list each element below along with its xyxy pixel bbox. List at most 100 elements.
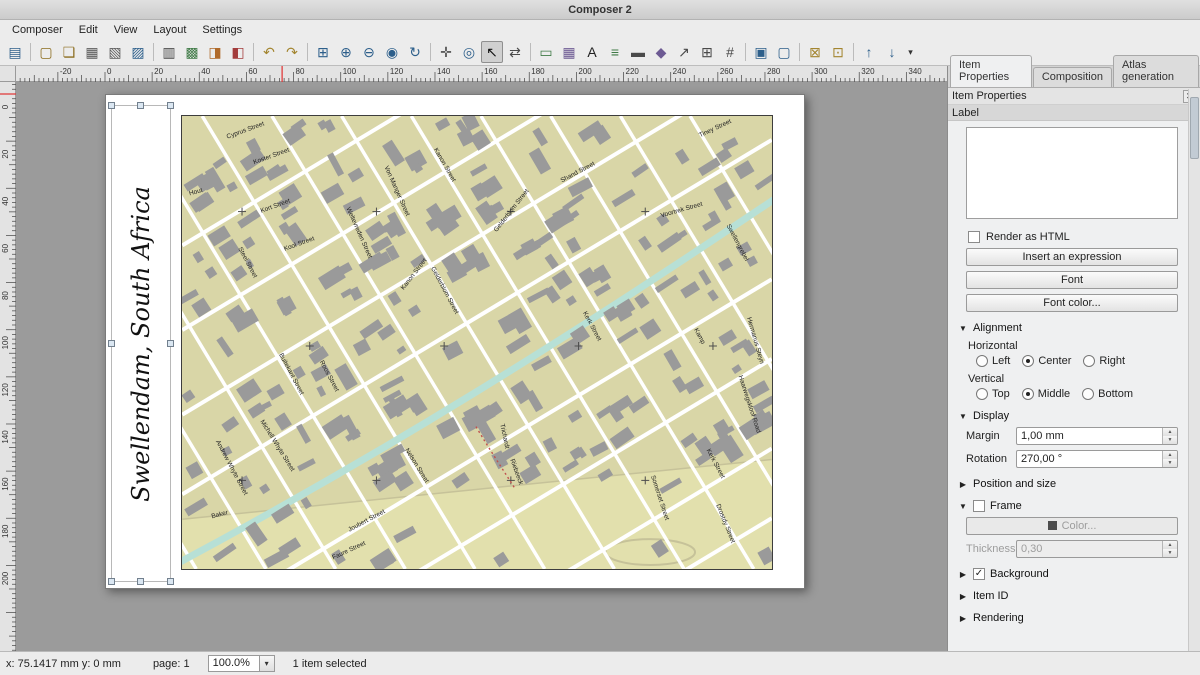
export-as-svg-icon[interactable]: ◨ — [204, 41, 226, 63]
zoom-in-icon[interactable]: ⊕ — [335, 41, 357, 63]
composer-manager-icon[interactable]: ▦ — [81, 41, 103, 63]
raise-lower-dropdown-icon[interactable]: ▾ — [904, 41, 917, 63]
selection-handle[interactable] — [167, 578, 174, 585]
selection-handle[interactable] — [137, 578, 144, 585]
add-image-icon[interactable]: ▦ — [558, 41, 580, 63]
menu-view[interactable]: View — [106, 22, 146, 38]
save-as-template-icon[interactable]: ▨ — [127, 41, 149, 63]
radio-label: Top — [992, 388, 1010, 400]
tab-item-properties[interactable]: Item Properties — [950, 55, 1032, 87]
save-project-icon[interactable]: ▤ — [4, 41, 26, 63]
label-item[interactable]: Swellendam, South Africa — [111, 105, 171, 582]
render-as-html-checkbox[interactable] — [968, 231, 980, 243]
section-item-id[interactable]: ▶ Item ID — [958, 590, 1178, 602]
unlock-all-items-icon[interactable]: ⊡ — [827, 41, 849, 63]
label-text-input[interactable] — [966, 127, 1178, 219]
section-display[interactable]: ▼ Display — [958, 410, 1178, 422]
section-alignment[interactable]: ▼ Alignment — [958, 322, 1178, 334]
add-new-scalebar-icon[interactable]: ▬ — [627, 41, 649, 63]
composition-canvas[interactable]: Swellendam, South Africa Cyprus StreetKo… — [16, 82, 947, 651]
font-color-button[interactable]: Font color... — [966, 294, 1178, 312]
panel-scrollbar[interactable] — [1188, 89, 1200, 651]
rotation-spinbox[interactable]: 270,00 ° ▲▼ — [1016, 450, 1178, 468]
add-attribute-table-icon[interactable]: ⊞ — [696, 41, 718, 63]
group-items-icon[interactable]: ▣ — [750, 41, 772, 63]
section-rendering[interactable]: ▶ Rendering — [958, 612, 1178, 624]
tab-atlas-generation[interactable]: Atlas generation — [1113, 55, 1199, 87]
zoom-out-icon[interactable]: ⊖ — [358, 41, 380, 63]
lower-selected-items-icon[interactable]: ↓ — [881, 41, 903, 63]
radio-icon — [976, 388, 988, 400]
menu-edit[interactable]: Edit — [71, 22, 106, 38]
insert-expression-button[interactable]: Insert an expression — [966, 248, 1178, 266]
redo-icon[interactable]: ↷ — [281, 41, 303, 63]
halign-center-radio[interactable]: Center — [1022, 355, 1071, 367]
print-composition-icon[interactable]: ▥ — [158, 41, 180, 63]
spin-up-icon[interactable]: ▲ — [1163, 428, 1177, 436]
section-background[interactable]: ▶ Background — [958, 568, 1178, 580]
halign-left-radio[interactable]: Left — [976, 355, 1010, 367]
svg-text:60: 60 — [1, 243, 10, 252]
select-move-item-tool-icon[interactable]: ↖ — [481, 41, 503, 63]
svg-text:220: 220 — [626, 67, 640, 76]
spin-up-icon[interactable]: ▲ — [1163, 451, 1177, 459]
add-new-legend-icon[interactable]: ≡ — [604, 41, 626, 63]
add-html-frame-icon[interactable]: # — [719, 41, 741, 63]
halign-right-radio[interactable]: Right — [1083, 355, 1125, 367]
map-item[interactable]: Cyprus StreetKoster StreetTiney StreetHo… — [181, 115, 773, 570]
pan-tool-icon[interactable]: ✛ — [435, 41, 457, 63]
scrollbar-thumb[interactable] — [1190, 97, 1199, 159]
spinner-arrows[interactable]: ▲▼ — [1162, 428, 1177, 444]
zoom-value[interactable]: 100.0% — [208, 655, 260, 672]
add-shape-icon[interactable]: ◆ — [650, 41, 672, 63]
composition-page[interactable]: Swellendam, South Africa Cyprus StreetKo… — [105, 94, 805, 589]
raise-selected-items-icon[interactable]: ↑ — [858, 41, 880, 63]
zoom-tool-icon[interactable]: ◎ — [458, 41, 480, 63]
zoom-actual-icon[interactable]: ◉ — [381, 41, 403, 63]
window-titlebar[interactable]: Composer 2 — [0, 0, 1200, 20]
zoom-combobox[interactable]: 100.0% ▾ — [208, 655, 275, 672]
svg-text:140: 140 — [437, 67, 451, 76]
selection-handle[interactable] — [108, 340, 115, 347]
valign-bottom-radio[interactable]: Bottom — [1082, 388, 1133, 400]
selection-handle[interactable] — [137, 102, 144, 109]
undo-icon[interactable]: ↶ — [258, 41, 280, 63]
valign-top-radio[interactable]: Top — [976, 388, 1010, 400]
menu-composer[interactable]: Composer — [4, 22, 71, 38]
lock-selected-items-icon[interactable]: ⊠ — [804, 41, 826, 63]
new-composition-icon[interactable]: ▢ — [35, 41, 57, 63]
ungroup-items-icon[interactable]: ▢ — [773, 41, 795, 63]
selection-handle[interactable] — [167, 340, 174, 347]
add-arrow-icon[interactable]: ↗ — [673, 41, 695, 63]
refresh-view-icon[interactable]: ↻ — [404, 41, 426, 63]
add-new-label-icon[interactable]: A — [581, 41, 603, 63]
render-as-html-row[interactable]: Render as HTML — [968, 231, 1178, 243]
background-checkbox[interactable] — [973, 568, 985, 580]
section-position-size[interactable]: ▶ Position and size — [958, 478, 1178, 490]
tab-composition[interactable]: Composition — [1033, 67, 1112, 87]
export-as-pdf-icon[interactable]: ◧ — [227, 41, 249, 63]
spinner-arrows[interactable]: ▲▼ — [1162, 451, 1177, 467]
spin-down-icon[interactable]: ▼ — [1163, 459, 1177, 467]
frame-checkbox[interactable] — [973, 500, 985, 512]
zoom-dropdown-icon[interactable]: ▾ — [260, 655, 275, 672]
font-button[interactable]: Font — [966, 271, 1178, 289]
selection-handle[interactable] — [167, 102, 174, 109]
duplicate-composition-icon[interactable]: ❏ — [58, 41, 80, 63]
section-frame[interactable]: ▼ Frame — [958, 500, 1178, 512]
selection-handle[interactable] — [108, 102, 115, 109]
move-item-content-tool-icon[interactable]: ⇄ — [504, 41, 526, 63]
collapse-arrow-icon: ▼ — [958, 324, 968, 333]
export-as-image-icon[interactable]: ▩ — [181, 41, 203, 63]
valign-middle-radio[interactable]: Middle — [1022, 388, 1070, 400]
menu-layout[interactable]: Layout — [145, 22, 194, 38]
selection-handle[interactable] — [108, 578, 115, 585]
zoom-full-icon[interactable]: ⊞ — [312, 41, 334, 63]
load-from-template-icon[interactable]: ▧ — [104, 41, 126, 63]
margin-spinbox[interactable]: 1,00 mm ▲▼ — [1016, 427, 1178, 445]
spin-down-icon[interactable]: ▼ — [1163, 436, 1177, 444]
add-new-map-icon[interactable]: ▭ — [535, 41, 557, 63]
panel-header: Item Properties ✕ — [948, 88, 1200, 105]
menu-settings[interactable]: Settings — [194, 22, 250, 38]
svg-text:200: 200 — [1, 571, 10, 585]
